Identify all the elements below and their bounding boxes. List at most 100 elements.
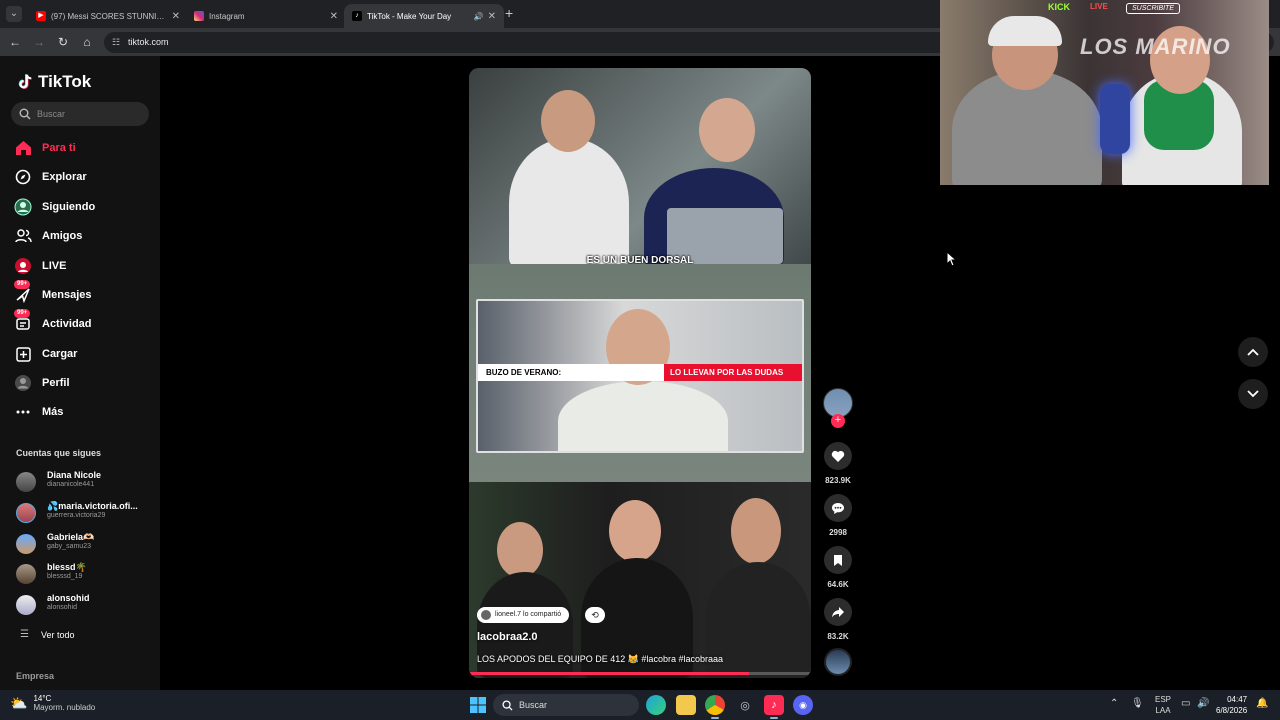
forward-icon[interactable]: → [31,34,47,50]
nav-mas[interactable]: Más [14,401,154,423]
edge-icon[interactable] [646,695,666,715]
stream-brand: KICK [1048,2,1070,12]
account-name: Gabriela🫶🏻 [47,532,95,542]
comment-button[interactable] [824,494,852,522]
url-text: tiktok.com [128,37,169,47]
nav-label: Explorar [42,171,87,183]
account-handle: gaby_samu23 [47,543,91,550]
back-icon[interactable]: ← [7,34,23,50]
weather-widget[interactable]: ⛅ 14°C Mayorm. nublado [10,694,95,712]
next-video-button[interactable] [1238,379,1268,409]
instagram-icon [194,11,204,21]
nav-explorar[interactable]: Explorar [14,166,154,188]
tab-youtube[interactable]: ▶ (97) Messi SCORES STUNNING ✕ [28,4,188,28]
followed-account[interactable]: 💦maria.victoria.ofi... guerrera.victoria… [16,501,156,527]
notification-bell-icon[interactable]: 🔔 [1256,698,1268,709]
search-input[interactable]: Buscar [11,102,149,126]
live-badge: LIVE [1090,2,1108,11]
lamp [1100,84,1130,154]
upload-icon [14,345,32,363]
microphone-icon[interactable]: 🎙 [1131,698,1144,709]
weather-desc: Mayorm. nublado [33,703,96,712]
repost-icon[interactable]: ⟲ [585,607,605,623]
nav-live[interactable]: LIVE [14,255,154,277]
previous-video-button[interactable] [1238,337,1268,367]
lang-code: ESP [1155,695,1172,704]
file-explorer-icon[interactable] [676,695,696,715]
save-button[interactable] [824,546,852,574]
nav-siguiendo[interactable]: Siguiendo [14,196,154,218]
nav-cargar[interactable]: Cargar [14,343,154,365]
share-button[interactable] [824,598,852,626]
new-tab-button[interactable]: + [505,5,513,21]
nav-label: Para ti [42,142,76,154]
discord-icon[interactable]: ◉ [793,695,813,715]
see-all-button[interactable]: ☰ Ver todo [20,629,75,640]
tab-search-button[interactable]: ⌄ [6,6,22,22]
video-progress-bar[interactable] [469,672,811,675]
obs-icon[interactable]: ◎ [735,695,755,715]
nav-label: Actividad [42,318,92,330]
tab-title: (97) Messi SCORES STUNNING [51,11,168,21]
account-name: 💦maria.victoria.ofi... [47,501,138,511]
volume-icon[interactable]: 🔊 [1197,698,1209,709]
followed-account[interactable]: Diana Nicole diananicole441 [16,470,156,496]
profile-icon [14,374,32,392]
following-icon [14,198,32,216]
nav-para-ti[interactable]: Para ti [14,137,154,159]
avatar [16,595,36,615]
follow-plus-icon[interactable]: + [831,414,845,428]
tray-chevron-icon[interactable]: ⌃ [1110,698,1118,709]
tab-instagram[interactable]: Instagram ✕ [186,4,346,28]
nav-amigos[interactable]: Amigos [14,225,154,247]
nav-perfil[interactable]: Perfil [14,372,154,394]
system-clock[interactable]: 04:47 6/8/2026 [1216,694,1247,716]
video-player[interactable]: ES UN BUEN DORSAL BUZO DE VERANO: LO LLE… [469,68,811,678]
like-button[interactable] [824,442,852,470]
video-person [509,138,629,268]
input-language[interactable]: ESP LAA [1155,694,1171,716]
like-count: 823.9K [825,476,851,485]
account-handle: guerrera.victoria29 [47,512,106,519]
reload-icon[interactable]: ↻ [55,34,71,50]
speaker-icon[interactable]: 🔊 [474,12,484,21]
nav-actividad[interactable]: 99+ Actividad [14,309,154,335]
avatar [481,610,491,620]
notification-badge: 99+ [14,280,31,289]
close-icon[interactable]: ✕ [488,11,496,22]
followed-account[interactable]: alonsohid alonsohid [16,593,156,619]
taskbar-search[interactable]: Buscar [493,694,639,716]
live-icon [14,257,32,275]
see-all-label: Ver todo [40,629,75,640]
tiktok-sidebar: TikTok Buscar Para ti Explorar Siguiendo… [0,56,160,690]
followed-account[interactable]: blessd🌴 blesssd_19 [16,562,156,588]
more-icon [14,403,32,421]
save-count: 64.6K [827,580,849,589]
company-link[interactable]: Empresa [16,671,54,681]
weather-temp: 14°C [33,694,52,703]
followed-account[interactable]: Gabriela🫶🏻 gaby_samu23 [16,532,156,558]
tiktok-icon: ♪ [352,11,362,21]
list-icon: ☰ [20,629,29,640]
nav-mensajes[interactable]: 99+ Mensajes [14,280,154,306]
close-icon[interactable]: ✕ [172,11,180,22]
home-icon [14,139,32,157]
cloud-sun-icon: ⛅ [10,694,28,711]
site-info-icon[interactable]: ☷ [112,32,120,53]
close-icon[interactable]: ✕ [330,11,338,22]
video-progress-fill [469,672,750,675]
tiktok-app-icon[interactable]: ♪ [764,695,784,719]
tiktok-logo[interactable]: TikTok [16,72,91,92]
shared-by-chip[interactable]: lioneel.7 lo compartió [477,607,570,623]
network-icon[interactable]: ▭ [1181,698,1190,709]
chrome-icon[interactable] [705,695,725,719]
windows-start-icon[interactable] [470,697,486,713]
video-person-head [609,500,661,562]
avatar [16,472,36,492]
tab-tiktok[interactable]: ♪ TikTok - Make Your Day 🔊 ✕ [344,4,504,28]
nav-label: Amigos [42,230,83,242]
home-icon[interactable]: ⌂ [79,34,95,50]
music-disc-icon[interactable] [824,648,852,676]
video-scene-bottom [469,482,811,678]
video-author[interactable]: lacobraa2.0 [477,631,538,643]
